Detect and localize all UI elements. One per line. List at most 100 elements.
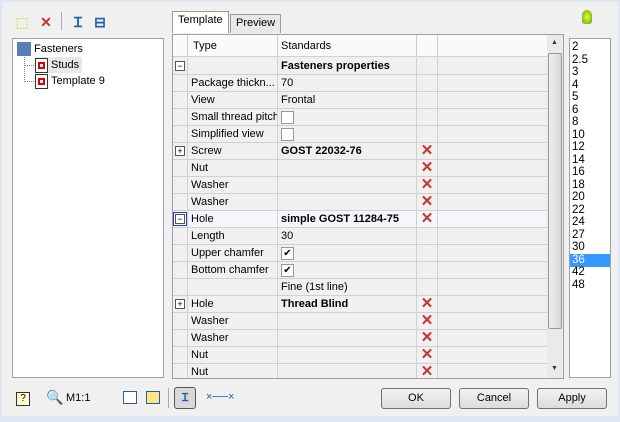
standard-cell[interactable]: [278, 126, 417, 143]
standard-cell[interactable]: [278, 194, 417, 211]
grid-scrollbar[interactable]: ▲ ▼: [547, 35, 563, 378]
grid-row[interactable]: Nut ✕: [173, 347, 547, 364]
tab-preview[interactable]: Preview: [230, 14, 282, 33]
insert-hole-icon[interactable]: ⊟: [92, 14, 108, 30]
checkbox[interactable]: ✔: [281, 264, 294, 277]
collapse-icon[interactable]: −: [175, 61, 185, 71]
scroll-up-icon[interactable]: ▲: [551, 39, 558, 46]
zoom-icon[interactable]: 🔍: [46, 389, 63, 406]
delete-icon[interactable]: ✕: [417, 364, 438, 378]
insert-fastener-icon[interactable]: Ɪ: [70, 14, 86, 30]
diameter-item[interactable]: 2: [570, 41, 610, 54]
tab-template[interactable]: Template: [172, 11, 229, 33]
delete-icon[interactable]: ✕: [38, 14, 54, 30]
axis-mode-toggle[interactable]: Ɪ: [174, 387, 196, 409]
scrollbar-thumb[interactable]: [548, 53, 562, 329]
checkbox[interactable]: [281, 111, 294, 124]
expand-icon[interactable]: +: [175, 299, 185, 309]
diameter-item[interactable]: 10: [570, 129, 610, 142]
diameter-item[interactable]: 42: [570, 266, 610, 279]
delete-icon[interactable]: ✕: [417, 143, 438, 160]
expand-icon[interactable]: +: [175, 146, 185, 156]
grid-row[interactable]: Simplified view: [173, 126, 547, 143]
diameter-item[interactable]: 4: [570, 79, 610, 92]
delete-icon[interactable]: ✕: [417, 160, 438, 177]
standard-cell[interactable]: Fasteners properties: [278, 58, 417, 75]
tree-item-studs[interactable]: Studs: [35, 57, 83, 73]
new-template-icon[interactable]: ⬚: [14, 14, 30, 30]
standard-cell[interactable]: 70: [278, 75, 417, 92]
diameter-item[interactable]: 22: [570, 204, 610, 217]
diameter-item[interactable]: 16: [570, 166, 610, 179]
grid-row[interactable]: Upper chamfer ✔: [173, 245, 547, 262]
help-icon[interactable]: ?: [16, 392, 30, 406]
diameter-item[interactable]: 27: [570, 229, 610, 242]
grid-row[interactable]: View Frontal: [173, 92, 547, 109]
grid-row[interactable]: Nut ✕: [173, 364, 547, 378]
standard-cell[interactable]: Thread Blind: [278, 296, 417, 313]
grid-row[interactable]: Small thread pitch: [173, 109, 547, 126]
standard-cell[interactable]: ✔: [278, 262, 417, 279]
diameter-item[interactable]: 48: [570, 279, 610, 292]
cancel-button[interactable]: Cancel: [459, 388, 529, 409]
grid-row[interactable]: Washer ✕: [173, 330, 547, 347]
grid-row[interactable]: Package thickn... 70: [173, 75, 547, 92]
header-type[interactable]: Type: [188, 35, 278, 57]
scroll-down-icon[interactable]: ▼: [551, 365, 558, 372]
dimension-line-icon[interactable]: ×──×: [206, 391, 234, 403]
delete-icon[interactable]: ✕: [417, 177, 438, 194]
standard-cell[interactable]: [278, 313, 417, 330]
standard-cell[interactable]: [278, 364, 417, 378]
template-tree[interactable]: Fasteners Studs Template 9: [12, 38, 164, 378]
standard-cell[interactable]: simple GOST 11284-75: [278, 211, 417, 228]
standard-cell[interactable]: Fine (1st line): [278, 279, 417, 296]
grid-row[interactable]: − Hole simple GOST 11284-75 ✕: [173, 211, 547, 228]
standard-cell[interactable]: [278, 177, 417, 194]
standard-cell[interactable]: [278, 109, 417, 126]
delete-icon[interactable]: ✕: [417, 194, 438, 211]
diameter-item[interactable]: 6: [570, 104, 610, 117]
diameter-item[interactable]: 24: [570, 216, 610, 229]
delete-icon[interactable]: ✕: [417, 330, 438, 347]
collapse-icon[interactable]: −: [173, 212, 187, 226]
diameter-item[interactable]: 12: [570, 141, 610, 154]
delete-icon[interactable]: ✕: [417, 313, 438, 330]
tree-root-fasteners[interactable]: Fasteners: [17, 41, 83, 57]
diameter-item[interactable]: 2.5: [570, 54, 610, 67]
header-standards[interactable]: Standards: [278, 35, 417, 57]
grid-row[interactable]: Bottom chamfer ✔: [173, 262, 547, 279]
grid-row[interactable]: + Screw GOST 22032-76 ✕: [173, 143, 547, 160]
diameter-list[interactable]: 2 2.5 3 4 5 6 8 10 12 14 16 18 20 22 24 27 30 36 42 48: [569, 38, 611, 378]
grid-row[interactable]: Nut ✕: [173, 160, 547, 177]
checkbox[interactable]: [281, 128, 294, 141]
delete-icon[interactable]: ✕: [417, 296, 438, 313]
diameter-item[interactable]: 8: [570, 116, 610, 129]
grid-row[interactable]: − Fasteners properties: [173, 58, 547, 75]
diameter-item[interactable]: 14: [570, 154, 610, 167]
diameter-item[interactable]: 18: [570, 179, 610, 192]
grid-row[interactable]: Fine (1st line): [173, 279, 547, 296]
diameter-item[interactable]: 3: [570, 66, 610, 79]
standard-cell[interactable]: GOST 22032-76: [278, 143, 417, 160]
apply-button[interactable]: Apply: [537, 388, 607, 409]
standard-cell[interactable]: [278, 160, 417, 177]
ok-button[interactable]: OK: [381, 388, 451, 409]
edit-properties-icon[interactable]: [146, 391, 160, 404]
diameter-item[interactable]: 36: [570, 253, 610, 267]
standard-cell[interactable]: Frontal: [278, 92, 417, 109]
standard-cell[interactable]: 30: [278, 228, 417, 245]
grid-row[interactable]: Washer ✕: [173, 313, 547, 330]
grid-row[interactable]: Length 30: [173, 228, 547, 245]
standard-cell[interactable]: ✔: [278, 245, 417, 262]
standard-cell[interactable]: [278, 347, 417, 364]
tree-item-template-9[interactable]: Template 9: [35, 73, 105, 89]
delete-icon[interactable]: ✕: [417, 347, 438, 364]
copy-properties-icon[interactable]: [123, 391, 137, 404]
diameter-item[interactable]: 30: [570, 241, 610, 254]
grid-row[interactable]: Washer ✕: [173, 194, 547, 211]
diameter-item[interactable]: 20: [570, 191, 610, 204]
standard-cell[interactable]: [278, 330, 417, 347]
diameter-item[interactable]: 5: [570, 91, 610, 104]
checkbox[interactable]: ✔: [281, 247, 294, 260]
delete-icon[interactable]: ✕: [417, 211, 438, 228]
